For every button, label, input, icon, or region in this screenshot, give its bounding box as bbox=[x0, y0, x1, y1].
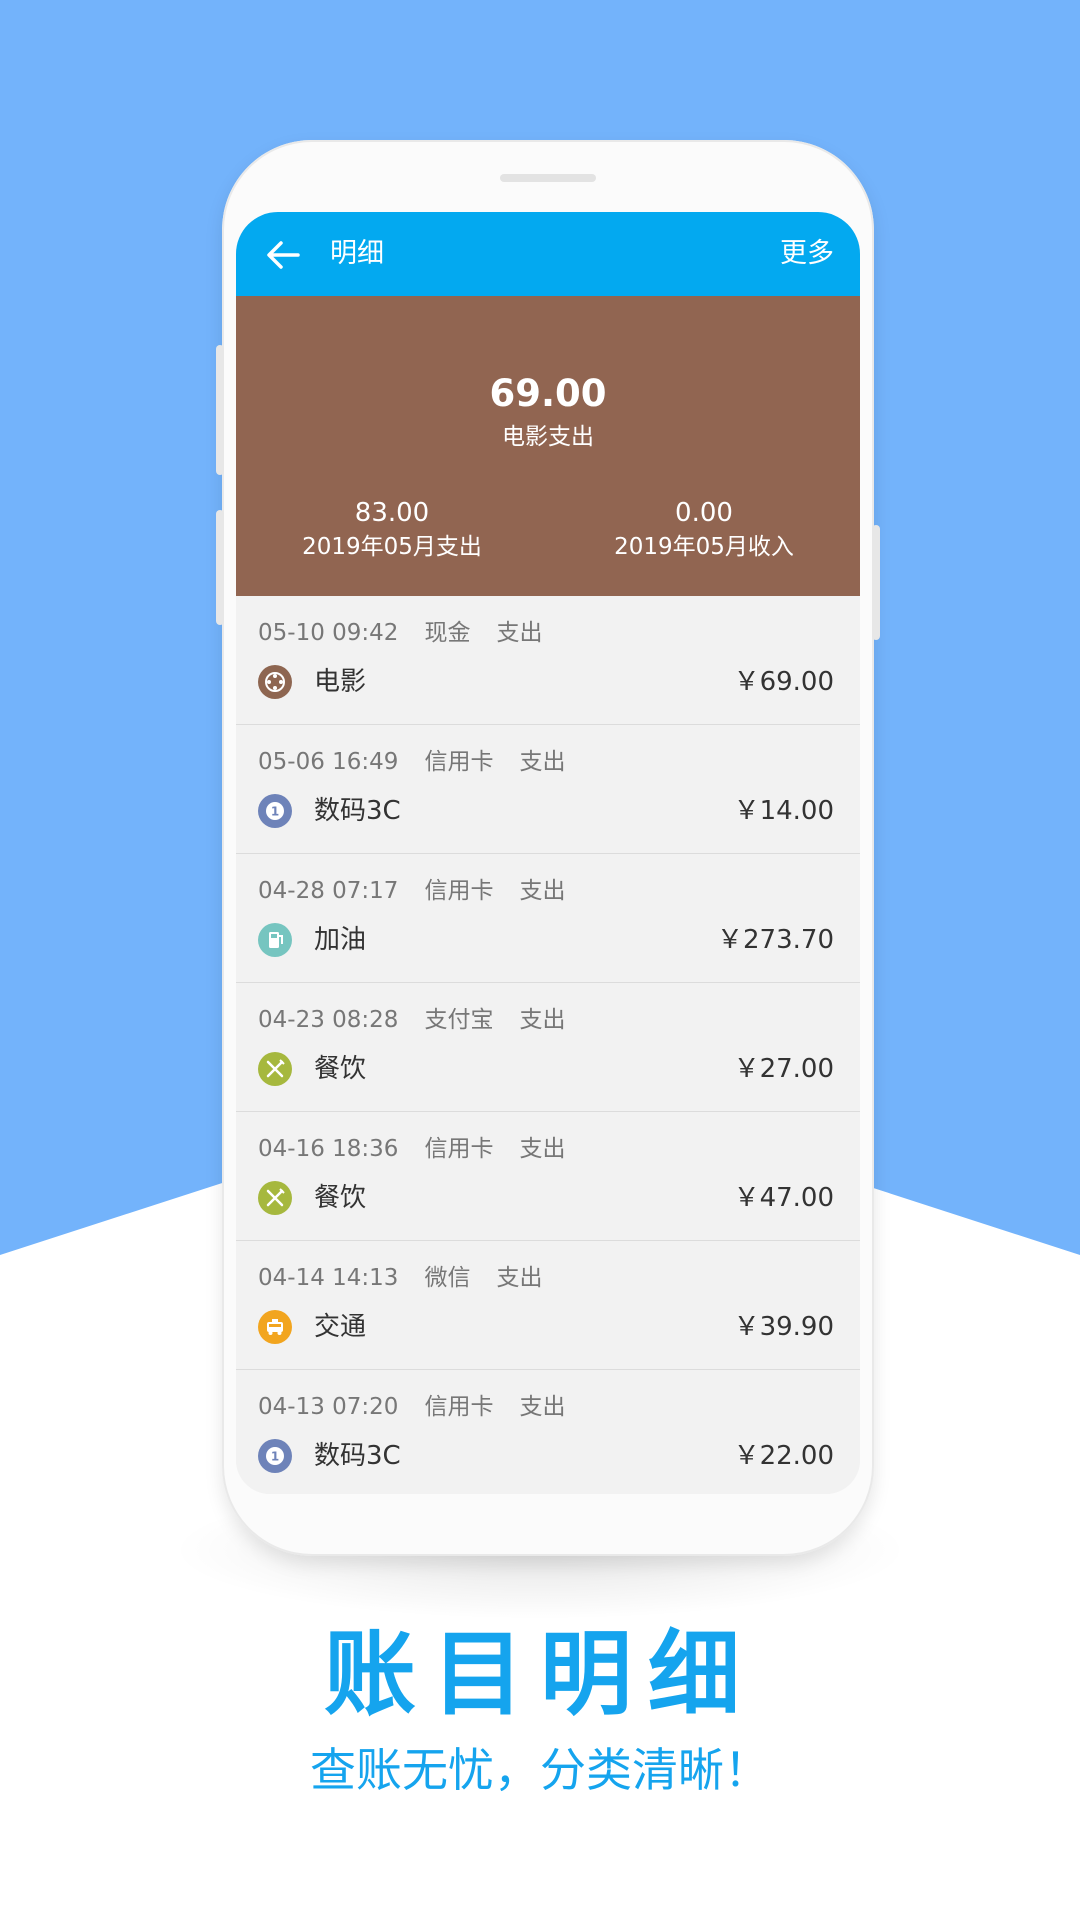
transaction-datetime: 05-10 09:42 bbox=[258, 620, 399, 646]
summary-card: 69.00 电影支出 83.00 2019年05月支出 0.00 2019年05… bbox=[236, 296, 860, 596]
transaction-type: 支出 bbox=[519, 1007, 566, 1033]
transaction-meta: 04-14 14:13 微信 支出 bbox=[258, 1263, 568, 1293]
transaction-amount: ￥69.00 bbox=[733, 667, 834, 697]
transaction-category: 加油 bbox=[314, 925, 367, 955]
transaction-account: 信用卡 bbox=[424, 878, 494, 904]
transaction-category: 电影 bbox=[314, 667, 367, 697]
utensils-icon bbox=[258, 1052, 292, 1086]
page-title: 明细 bbox=[330, 238, 384, 269]
transaction-category: 交通 bbox=[314, 1312, 367, 1342]
taxi-icon bbox=[258, 1310, 292, 1344]
transaction-meta: 05-06 16:49 信用卡 支出 bbox=[258, 747, 591, 777]
svg-text:1: 1 bbox=[271, 1450, 279, 1464]
transaction-datetime: 04-28 07:17 bbox=[258, 878, 399, 904]
transaction-amount: ￥27.00 bbox=[733, 1054, 834, 1084]
transaction-datetime: 04-14 14:13 bbox=[258, 1265, 399, 1291]
phone-side-button bbox=[216, 345, 224, 475]
transaction-category: 数码3C bbox=[314, 1441, 401, 1471]
transaction-category: 餐饮 bbox=[314, 1183, 367, 1213]
transaction-type: 支出 bbox=[519, 1136, 566, 1162]
transaction-category: 数码3C bbox=[314, 796, 401, 826]
transaction-datetime: 04-23 08:28 bbox=[258, 1007, 399, 1033]
transaction-row[interactable]: 05-10 09:42 现金 支出电影 ￥69.00 bbox=[236, 596, 860, 725]
transaction-row[interactable]: 04-14 14:13 微信 支出交通 ￥39.90 bbox=[236, 1241, 860, 1370]
transaction-category: 餐饮 bbox=[314, 1054, 367, 1084]
transaction-amount: ￥47.00 bbox=[733, 1183, 834, 1213]
phone-screen: 明细 更多 69.00 电影支出 83.00 2019年05月支出 0.00 2… bbox=[236, 212, 860, 1494]
month-income-label: 2019年05月收入 bbox=[614, 534, 794, 560]
transaction-amount: ￥22.00 bbox=[733, 1441, 834, 1471]
transaction-list: 05-10 09:42 现金 支出 电影 ￥69.00 05-06 16:49 信用卡 支出 1… bbox=[236, 596, 860, 1494]
transaction-amount: ￥14.00 bbox=[733, 796, 834, 826]
transaction-type: 支出 bbox=[519, 749, 566, 775]
transaction-account: 信用卡 bbox=[424, 1394, 494, 1420]
promo-headline: 账目明细 bbox=[323, 1621, 756, 1728]
film-reel-icon bbox=[258, 665, 292, 699]
phone-side-button bbox=[872, 525, 880, 640]
transaction-account: 支付宝 bbox=[424, 1007, 494, 1033]
more-button[interactable]: 更多 bbox=[780, 234, 834, 274]
month-expense-label: 2019年05月支出 bbox=[302, 534, 482, 560]
transaction-meta: 04-28 07:17 信用卡 支出 bbox=[258, 876, 591, 906]
transaction-account: 信用卡 bbox=[424, 749, 494, 775]
transaction-type: 支出 bbox=[519, 878, 566, 904]
category-total-amount: 69.00 bbox=[489, 372, 607, 415]
fuel-pump-icon bbox=[258, 923, 292, 957]
transaction-type: 支出 bbox=[519, 1394, 566, 1420]
transaction-account: 信用卡 bbox=[424, 1136, 494, 1162]
month-expense: 83.00 2019年05月支出 bbox=[236, 496, 548, 564]
transaction-meta: 05-10 09:42 现金 支出 bbox=[258, 618, 568, 648]
transaction-amount: ￥273.70 bbox=[717, 925, 834, 955]
transaction-row[interactable]: 04-16 18:36 信用卡 支出餐饮 ￥47.00 bbox=[236, 1112, 860, 1241]
month-expense-value: 83.00 bbox=[354, 498, 430, 528]
transaction-datetime: 05-06 16:49 bbox=[258, 749, 399, 775]
app-bar: 明细 更多 bbox=[236, 212, 860, 296]
digital-icon: 1 bbox=[258, 794, 292, 828]
transaction-account: 现金 bbox=[424, 620, 471, 646]
utensils-icon bbox=[258, 1181, 292, 1215]
transaction-meta: 04-23 08:28 支付宝 支出 bbox=[258, 1005, 591, 1035]
transaction-type: 支出 bbox=[496, 1265, 543, 1291]
transaction-amount: ￥39.90 bbox=[733, 1312, 834, 1342]
back-arrow-icon[interactable] bbox=[266, 240, 300, 270]
phone-speaker bbox=[500, 174, 596, 182]
transaction-datetime: 04-13 07:20 bbox=[258, 1394, 399, 1420]
digital-icon: 1 bbox=[258, 1439, 292, 1473]
svg-text:1: 1 bbox=[271, 805, 279, 819]
transaction-datetime: 04-16 18:36 bbox=[258, 1136, 399, 1162]
phone-side-button bbox=[216, 510, 224, 625]
promo-subline: 查账无忧，分类清晰！ bbox=[310, 1743, 770, 1797]
month-income-value: 0.00 bbox=[675, 498, 733, 528]
category-total-label: 电影支出 bbox=[502, 424, 594, 450]
transaction-row[interactable]: 04-23 08:28 支付宝 支出餐饮 ￥27.00 bbox=[236, 983, 860, 1112]
transaction-meta: 04-13 07:20 信用卡 支出 bbox=[258, 1392, 591, 1422]
transaction-row[interactable]: 04-13 07:20 信用卡 支出 1 数码3C ￥22.00 bbox=[236, 1370, 860, 1494]
transaction-row[interactable]: 04-28 07:17 信用卡 支出加油 ￥273.70 bbox=[236, 854, 860, 983]
transaction-account: 微信 bbox=[424, 1265, 471, 1291]
transaction-meta: 04-16 18:36 信用卡 支出 bbox=[258, 1134, 591, 1164]
transaction-type: 支出 bbox=[496, 620, 543, 646]
month-income: 0.00 2019年05月收入 bbox=[548, 496, 860, 564]
transaction-row[interactable]: 05-06 16:49 信用卡 支出 1 数码3C ￥14.00 bbox=[236, 725, 860, 854]
